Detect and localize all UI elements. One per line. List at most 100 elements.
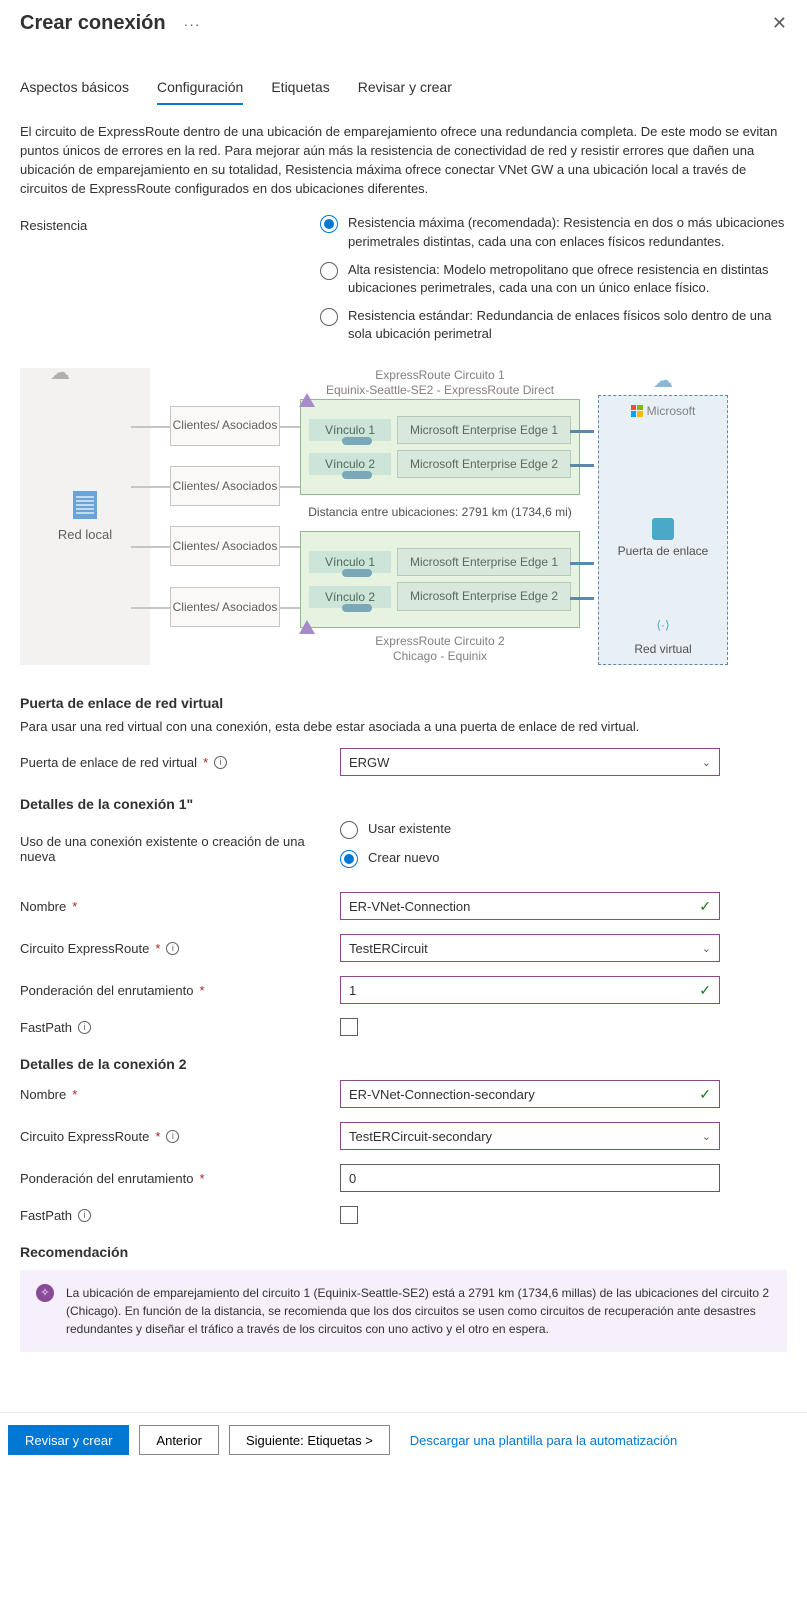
conn2-weight-input[interactable]: 0 [340,1164,720,1192]
previous-button[interactable]: Anterior [139,1425,219,1455]
radio-icon [320,262,338,280]
circuits-column: ExpressRoute Circuito 1 Equinix-Seattle-… [300,368,580,666]
gateway-icon [652,518,674,540]
circuit1-subtitle: Equinix-Seattle-SE2 - ExpressRoute Direc… [300,383,580,399]
gateway-desc: Para usar una red virtual con una conexi… [20,719,787,734]
gateway-select[interactable]: ERGW ⌄ [340,748,720,776]
more-icon[interactable]: ··· [184,16,201,32]
tab-basics[interactable]: Aspectos básicos [20,71,129,105]
partner-box: Clientes/ Asociados [170,526,280,566]
download-template-link[interactable]: Descargar una plantilla para la automati… [410,1433,677,1448]
check-icon: ✓ [699,1086,711,1103]
chevron-down-icon: ⌄ [702,1130,711,1143]
required-icon: * [155,941,160,956]
tab-review[interactable]: Revisar y crear [358,71,452,105]
onprem-label: Red local [58,527,112,542]
partners-column: Clientes/ Asociados Clientes/ Asociados … [150,368,300,666]
recommendation-box: ✧ La ubicación de emparejamiento del cir… [20,1270,787,1352]
required-icon: * [72,899,77,914]
conn1-use-label: Uso de una conexión existente o creación… [20,834,340,864]
review-create-button[interactable]: Revisar y crear [8,1425,129,1455]
gateway-field-label: Puerta de enlace de red virtual [20,755,197,770]
required-icon: * [199,1171,204,1186]
triangle-icon [299,393,315,407]
radio-icon [340,850,358,868]
close-icon[interactable]: ✕ [772,13,787,34]
cloud-icon: ☁ [50,360,70,385]
conn1-fastpath-checkbox[interactable] [340,1018,358,1036]
conn1-fastpath-label: FastPath [20,1020,72,1035]
microsoft-column: ☁ Microsoft Puerta de enlace ⟨·⟩ Red vir… [598,368,728,666]
check-icon: ✓ [699,898,711,915]
radio-high-resiliency[interactable]: Alta resistencia: Modelo metropolitano q… [320,261,787,297]
info-icon[interactable]: i [214,756,227,769]
circuit1-box: Vínculo 1 Microsoft Enterprise Edge 1 Ví… [300,399,580,496]
circuit2-box: Vínculo 1 Microsoft Enterprise Edge 1 Ví… [300,531,580,628]
reco-heading: Recomendación [20,1244,787,1260]
reco-text: La ubicación de emparejamiento del circu… [66,1284,771,1338]
radio-label: Usar existente [368,820,451,838]
conn2-circuit-select[interactable]: TestERCircuit-secondary⌄ [340,1122,720,1150]
conn1-name-label: Nombre [20,899,66,914]
conn1-circuit-select[interactable]: TestERCircuit⌄ [340,934,720,962]
intro-text: El circuito de ExpressRoute dentro de un… [20,123,787,198]
tab-settings[interactable]: Configuración [157,71,243,105]
chevron-down-icon: ⌄ [702,756,711,769]
circuit2-subtitle: Chicago - Equinix [300,649,580,665]
footer: Revisar y crear Anterior Siguiente: Etiq… [0,1412,807,1467]
conn1-weight-input[interactable]: 1✓ [340,976,720,1004]
gateway-value: ERGW [349,755,389,770]
conn2-heading: Detalles de la conexión 2 [20,1056,787,1072]
conn2-name-label: Nombre [20,1087,66,1102]
partner-box: Clientes/ Asociados [170,406,280,446]
building-icon [73,491,97,519]
radio-label: Crear nuevo [368,849,440,867]
check-icon: ✓ [699,982,711,999]
required-icon: * [203,755,208,770]
page-title: Crear conexión [20,12,166,35]
microsoft-box: Microsoft Puerta de enlace ⟨·⟩ Red virtu… [598,395,728,666]
radio-max-resiliency[interactable]: Resistencia máxima (recomendada): Resist… [320,214,787,250]
partner-box: Clientes/ Asociados [170,587,280,627]
conn2-weight-label: Ponderación del enrutamiento [20,1171,193,1186]
conn2-name-input[interactable]: ER-VNet-Connection-secondary✓ [340,1080,720,1108]
tab-tags[interactable]: Etiquetas [271,71,329,105]
circuit1-title: ExpressRoute Circuito 1 [300,368,580,384]
info-icon[interactable]: i [78,1021,91,1034]
info-icon[interactable]: i [166,1130,179,1143]
conn2-fastpath-checkbox[interactable] [340,1206,358,1224]
conn1-circuit-label: Circuito ExpressRoute [20,941,149,956]
vnet-label: Red virtual [634,642,691,656]
radio-icon [320,215,338,233]
compass-icon: ✧ [36,1284,54,1302]
radio-standard-resiliency[interactable]: Resistencia estándar: Redundancia de enl… [320,307,787,343]
radio-create-new[interactable]: Crear nuevo [340,849,720,868]
radio-label: Resistencia estándar: Redundancia de enl… [348,307,787,343]
resiliency-label: Resistencia [20,214,320,233]
msee1-box: Microsoft Enterprise Edge 1 [397,416,571,444]
msee1-box: Microsoft Enterprise Edge 1 [397,548,571,576]
arrows-icon: ⟨·⟩ [656,618,669,632]
circuit2-title: ExpressRoute Circuito 2 [300,634,580,650]
info-icon[interactable]: i [78,1209,91,1222]
link2-label: Vínculo 2 [309,453,391,475]
chevron-down-icon: ⌄ [702,942,711,955]
radio-label: Resistencia máxima (recomendada): Resist… [348,214,787,250]
partner-box: Clientes/ Asociados [170,466,280,506]
msee2-box: Microsoft Enterprise Edge 2 [397,582,571,610]
microsoft-logo: Microsoft [631,404,696,418]
radio-use-existing[interactable]: Usar existente [340,820,720,839]
radio-label: Alta resistencia: Modelo metropolitano q… [348,261,787,297]
gateway-label: Puerta de enlace [618,544,709,558]
conn1-heading: Detalles de la conexión 1" [20,796,787,812]
conn1-name-input[interactable]: ER-VNet-Connection✓ [340,892,720,920]
tabs: Aspectos básicos Configuración Etiquetas… [0,71,807,105]
next-button[interactable]: Siguiente: Etiquetas > [229,1425,390,1455]
info-icon[interactable]: i [166,942,179,955]
link1-label: Vínculo 1 [309,551,391,573]
msee2-box: Microsoft Enterprise Edge 2 [397,450,571,478]
conn2-fastpath-label: FastPath [20,1208,72,1223]
cloud-icon: ☁ [653,368,673,393]
required-icon: * [199,983,204,998]
onprem-box: ☁ Red local [20,368,150,666]
